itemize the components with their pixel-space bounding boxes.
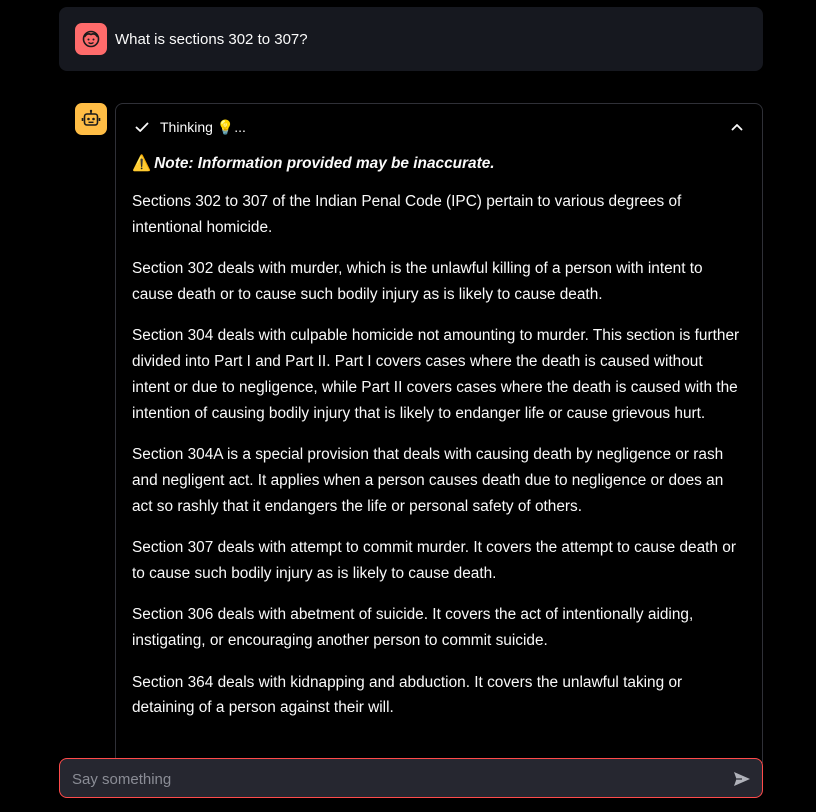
disclaimer-text: Note: Information provided may be inaccu… (154, 155, 495, 172)
response-paragraph: Section 302 deals with murder, which is … (132, 260, 703, 303)
chat-page: What is sections 302 to 307? Thinking 💡.… (0, 0, 816, 812)
response-paragraph: Section 307 deals with attempt to commit… (132, 539, 736, 582)
user-message-text: What is sections 302 to 307? (115, 30, 308, 48)
response-paragraph: Section 304A is a special provision that… (132, 446, 724, 515)
user-avatar (75, 23, 107, 55)
send-icon[interactable] (732, 769, 752, 789)
user-message: What is sections 302 to 307? (59, 7, 763, 71)
expander-title: Thinking 💡... (160, 119, 246, 135)
robot-icon (81, 109, 101, 126)
user-face-icon (82, 30, 100, 48)
response-paragraph: Section 364 deals with kidnapping and ab… (132, 673, 683, 717)
check-icon (135, 122, 149, 132)
chat-input[interactable] (70, 759, 724, 799)
chevron-up-icon[interactable] (730, 120, 744, 134)
response-paragraph: Sections 302 to 307 of the Indian Penal … (132, 193, 682, 236)
response-paragraph: Section 304 deals with culpable homicide… (132, 327, 740, 422)
chat-input-box (59, 758, 763, 799)
disclaimer-note: ⚠️ Note: Information provided may be inac… (132, 154, 744, 173)
warning-icon: ⚠️ (132, 155, 152, 172)
expander-header[interactable]: Thinking 💡... (116, 104, 762, 150)
assistant-avatar (75, 103, 107, 135)
assistant-response: ⚠️ Note: Information provided may be inac… (132, 154, 744, 737)
response-paragraph: Section 306 deals with abetment of suici… (132, 606, 694, 650)
thinking-expander: Thinking 💡... ⚠️ Note: Information provid… (115, 103, 763, 763)
